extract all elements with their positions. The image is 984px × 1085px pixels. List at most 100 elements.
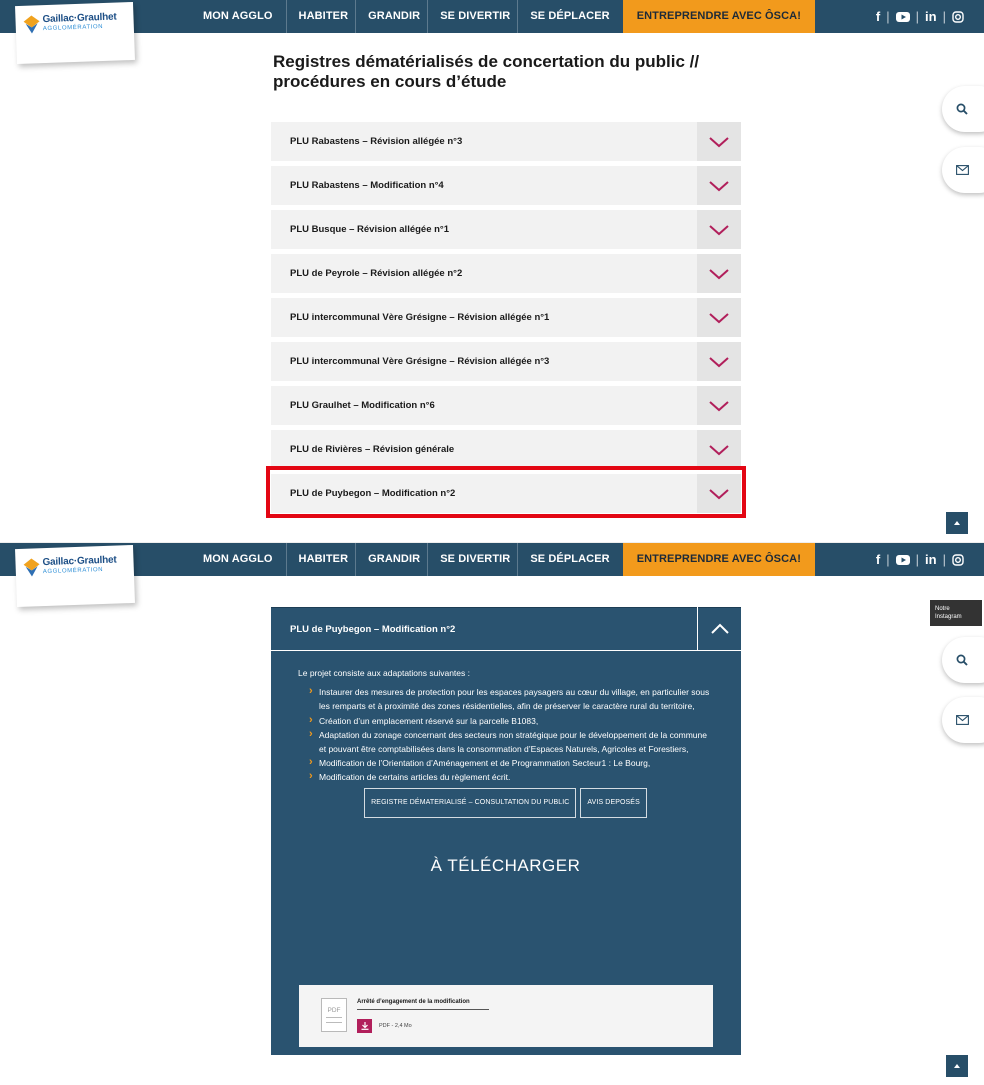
nav-habiter[interactable]: HABITER [285,0,356,33]
download-icon [361,1022,368,1030]
nav-grandir[interactable]: GRANDIR [355,543,427,576]
accordion-item-label: PLU Rabastens – Modification n°4 [290,180,444,191]
expand-toggle[interactable] [697,430,741,469]
accordion-item[interactable]: PLU de Rivières – Révision générale [271,430,741,469]
youtube-icon[interactable] [890,554,916,565]
accordion-item[interactable]: PLU Rabastens – Modification n°4 [271,166,741,205]
top-navbar: MON AGGLO HABITER GRANDIR SE DIVERTIR SE… [0,0,984,33]
mail-icon [956,165,969,175]
expand-toggle[interactable] [697,122,741,161]
panel-intro: Le projet consiste aux adaptations suiva… [298,668,470,678]
expand-toggle[interactable] [697,474,741,513]
scroll-to-top-button[interactable] [946,512,968,534]
nav-se-divertir[interactable]: SE DIVERTIR [427,543,517,576]
collapse-toggle[interactable] [697,607,741,651]
facebook-icon[interactable]: f [870,9,886,24]
site-logo[interactable]: Gaillac·Graulhet AGGLOMÉRATION [15,544,135,608]
logo-icon [23,558,40,577]
download-button[interactable] [357,1019,372,1033]
scroll-to-top-button[interactable] [946,1055,968,1077]
tooltip-line: Notre [935,606,950,612]
accordion-item-label: PLU Graulhet – Modification n°6 [290,400,435,411]
search-icon [956,103,968,115]
list-item: Instaurer des mesures de protection pour… [309,684,713,713]
accordion-item-label: PLU de Rivières – Révision générale [290,444,455,455]
nav-mon-agglo[interactable]: MON AGGLO [196,0,280,33]
main-nav: MON AGGLO HABITER GRANDIR SE DIVERTIR SE… [196,543,815,576]
social-separator: | [915,9,920,24]
nav-se-deplacer[interactable]: SE DÉPLACER [517,543,616,576]
expand-toggle[interactable] [697,210,741,249]
expand-toggle[interactable] [697,166,741,205]
youtube-icon[interactable] [890,11,916,22]
pdf-file-label: PDF [327,1007,341,1014]
accordion-item-label: PLU Rabastens – Révision allégée n°3 [290,136,463,147]
social-separator: | [942,9,946,24]
instagram-tooltip: Notre Instagram [930,600,982,626]
logo-icon [23,15,40,34]
expanded-panel-title: PLU de Puybegon – Modification n°2 [290,623,456,635]
instagram-icon[interactable] [946,10,970,23]
chevron-up-icon [710,623,729,634]
nav-se-deplacer[interactable]: SE DÉPLACER [517,0,616,33]
download-card: PDF Arrêté d’engagement de la modificati… [299,985,713,1047]
chevron-up-icon [954,1064,960,1068]
tooltip-line: Instagram [935,614,962,620]
list-item: Modification de l’Orientation d’Aménagem… [309,755,713,770]
download-file-meta: PDF - 2,4 Mo [379,1023,412,1029]
chevron-down-icon [709,444,729,455]
nav-habiter[interactable]: HABITER [285,543,356,576]
screenshot-collapsed: MON AGGLO HABITER GRANDIR SE DIVERTIR SE… [0,0,984,542]
expand-toggle[interactable] [697,342,741,381]
nav-entreprendre-cta[interactable]: ENTREPRENDRE AVEC ÔSCA! [622,543,815,576]
linkedin-icon[interactable]: in [919,9,943,24]
social-separator: | [886,9,890,24]
accordion-item-label: PLU de Puybegon – Modification n°2 [290,488,456,499]
change-list: Instaurer des mesures de protection pour… [309,684,713,784]
linkedin-icon[interactable]: in [919,552,943,567]
expand-toggle[interactable] [697,298,741,337]
accordion-item[interactable]: PLU intercommunal Vère Grésigne – Révisi… [271,342,741,381]
nav-grandir[interactable]: GRANDIR [355,0,427,33]
chevron-down-icon [709,312,729,323]
chevron-down-icon [709,356,729,367]
avis-deposes-button[interactable]: AVIS DEPOSÉS [580,787,647,818]
search-button[interactable] [942,86,984,132]
social-separator: | [886,552,890,567]
nav-entreprendre-cta[interactable]: ENTREPRENDRE AVEC ÔSCA! [622,0,815,33]
expanded-panel-body: Le projet consiste aux adaptations suiva… [271,651,741,874]
panel-actions: REGISTRE DÉMATERIALISÉ – CONSULTATION DU… [298,787,713,818]
nav-mon-agglo[interactable]: MON AGGLO [196,543,280,576]
expanded-panel-header[interactable]: PLU de Puybegon – Modification n°2 [271,607,741,651]
nav-se-divertir[interactable]: SE DIVERTIR [427,0,517,33]
main-nav: MON AGGLO HABITER GRANDIR SE DIVERTIR SE… [196,0,815,33]
accordion-item[interactable]: PLU intercommunal Vère Grésigne – Révisi… [271,298,741,337]
search-button[interactable] [942,637,984,683]
registre-consultation-button[interactable]: REGISTRE DÉMATERIALISÉ – CONSULTATION DU… [364,787,577,818]
site-logo[interactable]: Gaillac·Graulhet AGGLOMÉRATION [15,1,135,65]
chevron-down-icon [709,136,729,147]
accordion-item-label: PLU de Peyrole – Révision allégée n°2 [290,268,463,279]
accordion-item[interactable]: PLU de Puybegon – Modification n°2 [271,474,741,513]
accordion: PLU Rabastens – Révision allégée n°3 PLU … [271,122,741,518]
accordion-item[interactable]: PLU de Peyrole – Révision allégée n°2 [271,254,741,293]
social-links: f | | in | [870,543,970,576]
accordion-item[interactable]: PLU Busque – Révision allégée n°1 [271,210,741,249]
list-item: Adaptation du zonage concernant des sect… [309,727,713,756]
download-file-name[interactable]: Arrêté d’engagement de la modification [357,999,489,1010]
contact-button[interactable] [942,697,984,743]
chevron-down-icon [709,400,729,411]
chevron-down-icon [709,180,729,191]
accordion-item[interactable]: PLU Graulhet – Modification n°6 [271,386,741,425]
logo-subtitle: AGGLOMÉRATION [42,567,104,576]
expand-toggle[interactable] [697,254,741,293]
chevron-down-icon [709,488,729,499]
accordion-item[interactable]: PLU Rabastens – Révision allégée n°3 [271,122,741,161]
social-links: f | | in | [870,0,970,33]
accordion-item-label: PLU intercommunal Vère Grésigne – Révisi… [290,312,550,323]
contact-button[interactable] [942,147,984,193]
expand-toggle[interactable] [697,386,741,425]
facebook-icon[interactable]: f [870,552,886,567]
instagram-icon[interactable] [946,553,970,566]
chevron-down-icon [709,268,729,279]
